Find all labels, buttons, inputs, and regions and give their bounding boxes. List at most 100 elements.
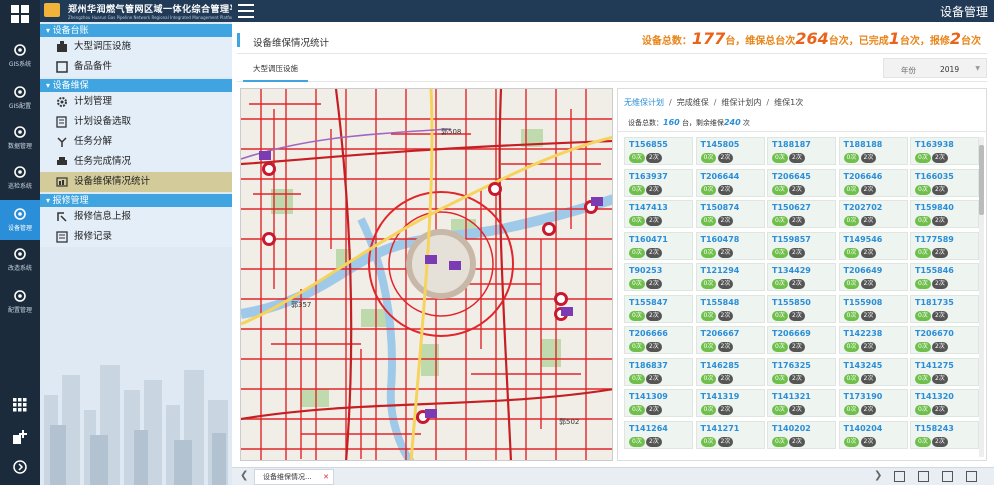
device-card[interactable]: T181735 0次 2次	[910, 294, 979, 323]
sidebar: 郑州华润燃气管网区域一体化综合管理平台 Zhengzhou Huarun Gas…	[40, 0, 232, 485]
device-card[interactable]: T155847 0次 2次	[624, 294, 693, 323]
menu-group-repair[interactable]: 报修管理	[40, 194, 232, 207]
done-count-badge: 0次	[772, 216, 788, 226]
rail-item-5[interactable]: 改造系统	[0, 240, 40, 280]
device-card[interactable]: T140202 0次 2次	[767, 420, 836, 449]
device-card[interactable]: T159840 0次 2次	[910, 200, 979, 228]
device-card[interactable]: T141309 0次 2次	[624, 389, 693, 417]
filter-in-plan[interactable]: 维保计划内	[721, 98, 761, 107]
device-card[interactable]: T160471 0次 2次	[624, 231, 693, 260]
menu-group-maintenance[interactable]: 设备维保	[40, 79, 232, 92]
device-card[interactable]: T143245 0次 2次	[838, 357, 908, 386]
add-widget-icon[interactable]	[13, 430, 27, 444]
device-card[interactable]: T177589 0次 2次	[910, 231, 979, 260]
device-card[interactable]: T176325 0次 2次	[767, 357, 836, 386]
device-card[interactable]: T155846 0次 2次	[910, 263, 979, 291]
rail-item-6[interactable]: 配置管理	[0, 282, 40, 322]
device-card[interactable]: T141275 0次 2次	[910, 357, 979, 386]
device-card[interactable]: T186837 0次 2次	[624, 357, 693, 386]
filter-no-plan[interactable]: 无维保计划	[624, 98, 664, 107]
device-card[interactable]: T206645 0次 2次	[767, 168, 836, 197]
close-icon[interactable]: ✕	[323, 470, 329, 485]
device-card[interactable]: T155850 0次 2次	[767, 294, 836, 323]
year-select[interactable]: 年份 2019 ▼	[883, 58, 987, 78]
device-card[interactable]: T141271 0次 2次	[695, 420, 765, 449]
device-card[interactable]: T134429 0次 2次	[767, 263, 836, 291]
device-card[interactable]: T206669 0次 2次	[767, 326, 836, 354]
device-card[interactable]: T142238 0次 2次	[838, 326, 908, 354]
menu-group-ledger[interactable]: 设备台账	[40, 24, 232, 37]
layout-split-v-icon[interactable]	[942, 471, 953, 482]
rail-item-2[interactable]: 数据管理	[0, 118, 40, 158]
rail-item-0[interactable]: GIS系统	[0, 36, 40, 76]
menu-item-repair-report[interactable]: 报修信息上报	[40, 207, 232, 227]
filter-once[interactable]: 维保1次	[774, 98, 803, 107]
device-card[interactable]: T206649 0次 2次	[838, 263, 908, 291]
menu-item-plan-management[interactable]: 计划管理	[40, 92, 232, 112]
device-card[interactable]: T140204 0次 2次	[838, 420, 908, 449]
device-card[interactable]: T141264 0次 2次	[624, 420, 693, 449]
menu-item-maintenance-stats[interactable]: 设备维保情况统计	[40, 172, 232, 192]
open-tab[interactable]: 设备维保情况... ✕	[254, 469, 334, 485]
device-card[interactable]: T150627 0次 2次	[767, 200, 836, 228]
device-card[interactable]: T206670 0次 2次	[910, 326, 979, 354]
device-card[interactable]: T163937 0次 2次	[624, 168, 693, 197]
layout-split-h-icon[interactable]	[918, 471, 929, 482]
app-grid-icon[interactable]	[0, 0, 40, 28]
device-card[interactable]: T141321 0次 2次	[767, 389, 836, 417]
layout-grid-icon[interactable]	[894, 471, 905, 482]
device-card[interactable]: T163938 0次 2次	[910, 137, 979, 165]
menu-item-repair-record[interactable]: 报修记录	[40, 227, 232, 247]
device-card[interactable]: T145805 0次 2次	[695, 137, 765, 165]
gis-map[interactable]: 郭508 郭357 郭502	[240, 88, 613, 461]
device-card[interactable]: T166035 0次 2次	[910, 168, 979, 197]
menu-toggle-icon[interactable]	[238, 4, 254, 18]
device-card[interactable]: T146285 0次 2次	[695, 357, 765, 386]
menu-item-large-regulator[interactable]: 大型调压设施	[40, 37, 232, 57]
device-card[interactable]: T159857 0次 2次	[767, 231, 836, 260]
menu-item-task-completion[interactable]: 任务完成情况	[40, 152, 232, 172]
apps-grid-icon[interactable]	[13, 398, 27, 412]
menu-item-plan-device-select[interactable]: 计划设备选取	[40, 112, 232, 132]
device-card[interactable]: T188188 0次 2次	[838, 137, 908, 165]
device-card[interactable]: T149546 0次 2次	[838, 231, 908, 260]
device-card[interactable]: T206644 0次 2次	[695, 168, 765, 197]
rail-item-3[interactable]: 巡检系统	[0, 158, 40, 198]
menu-item-spare-parts[interactable]: 备品备件	[40, 57, 232, 77]
device-card[interactable]: T202702 0次 2次	[838, 200, 908, 228]
stats-repair: 2	[949, 29, 961, 48]
device-card[interactable]: T141319 0次 2次	[695, 389, 765, 417]
device-card[interactable]: T206646 0次 2次	[838, 168, 908, 197]
device-card[interactable]: T90253 0次 2次	[624, 263, 693, 291]
device-card[interactable]: T188187 0次 2次	[767, 137, 836, 165]
device-card[interactable]: T158243 0次 2次	[910, 420, 979, 449]
device-id: T155846	[915, 266, 954, 275]
device-card[interactable]: T141320 0次 2次	[910, 389, 979, 417]
prev-tab-icon[interactable]: ❮	[240, 470, 248, 481]
filter-completed[interactable]: 完成维保	[677, 98, 709, 107]
device-card[interactable]: T150874 0次 2次	[695, 200, 765, 228]
menu-item-label: 报修信息上报	[74, 211, 132, 222]
tab-large-regulator[interactable]: 大型调压设施	[243, 58, 308, 82]
device-card[interactable]: T155908 0次 2次	[838, 294, 908, 323]
rail-item-4[interactable]: 设备管理	[0, 200, 40, 240]
rail-item-1[interactable]: GIS配置	[0, 78, 40, 118]
device-card[interactable]: T121294 0次 2次	[695, 263, 765, 291]
menu-item-task-split[interactable]: 任务分解	[40, 132, 232, 152]
device-card[interactable]: T206667 0次 2次	[695, 326, 765, 354]
device-card[interactable]: T156855 0次 2次	[624, 137, 693, 165]
layout-single-icon[interactable]	[966, 471, 977, 482]
device-card[interactable]: T160478 0次 2次	[695, 231, 765, 260]
device-id: T206646	[843, 171, 883, 181]
menu-item-label: 设备维保情况统计	[74, 176, 151, 187]
device-card[interactable]: T206666 0次 2次	[624, 326, 693, 354]
device-id: T141320	[915, 392, 954, 401]
next-tab-icon[interactable]: ❯	[874, 470, 882, 481]
scrollbar[interactable]	[979, 137, 984, 457]
menu-item-label: 任务分解	[74, 136, 113, 147]
device-card[interactable]: T173190 0次 2次	[838, 389, 908, 417]
done-count-badge: 0次	[700, 373, 717, 384]
device-card[interactable]: T155848 0次 2次	[695, 294, 765, 323]
next-arrow-icon[interactable]	[13, 460, 27, 474]
device-card[interactable]: T147413 0次 2次	[624, 200, 693, 228]
